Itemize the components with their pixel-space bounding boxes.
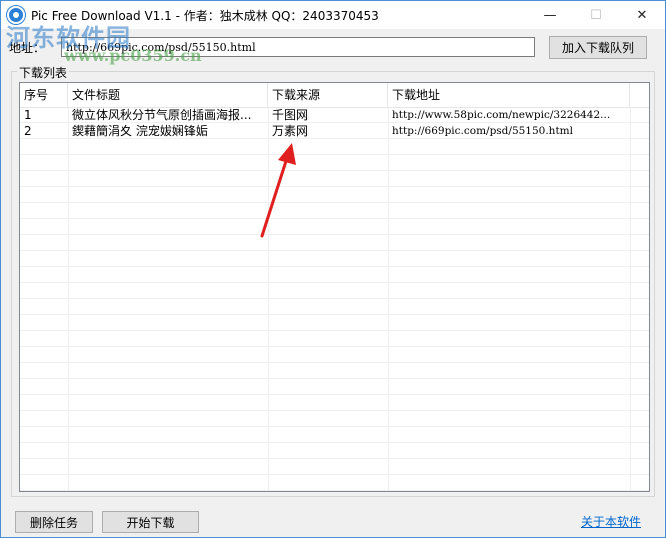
empty-row	[20, 411, 649, 427]
empty-row	[20, 331, 649, 347]
app-icon	[7, 6, 25, 24]
title-bar[interactable]: Pic Free Download V1.1 - 作者：独木成林 QQ：2403…	[1, 1, 665, 29]
empty-row	[20, 299, 649, 315]
column-header-url[interactable]: 下载地址	[388, 83, 630, 107]
minimize-button[interactable]: —	[527, 1, 573, 29]
empty-row	[20, 363, 649, 379]
address-input[interactable]	[61, 37, 535, 57]
column-header-index[interactable]: 序号	[20, 83, 68, 107]
row-source: 万素网	[272, 124, 309, 138]
empty-row	[20, 379, 649, 395]
download-list-view[interactable]: 序号 文件标题 下载来源 下载地址 1 微立体风秋分节气原创插画海报... 千图…	[19, 82, 650, 492]
empty-row	[20, 203, 649, 219]
column-header-title[interactable]: 文件标题	[68, 83, 268, 107]
empty-row	[20, 347, 649, 363]
app-window: Pic Free Download V1.1 - 作者：独木成林 QQ：2403…	[0, 0, 666, 538]
empty-row	[20, 315, 649, 331]
row-index: 2	[24, 124, 32, 138]
empty-row	[20, 491, 649, 492]
address-label: 地址：	[9, 41, 46, 55]
empty-row	[20, 395, 649, 411]
start-download-button[interactable]: 开始下载	[102, 511, 199, 533]
table-row[interactable]: 1 微立体风秋分节气原创插画海报... 千图网 http://www.58pic…	[20, 107, 649, 123]
maximize-button[interactable]: ☐	[573, 1, 619, 29]
close-button[interactable]: ✕	[619, 1, 665, 29]
empty-row	[20, 155, 649, 171]
empty-row	[20, 171, 649, 187]
row-source: 千图网	[272, 108, 309, 122]
row-title: 微立体风秋分节气原创插画海报...	[72, 108, 252, 122]
row-url: http://669pic.com/psd/55150.html	[392, 125, 573, 137]
empty-row	[20, 139, 649, 155]
delete-task-button[interactable]: 删除任务	[15, 511, 93, 533]
about-link[interactable]: 关于本软件	[581, 513, 641, 530]
empty-row	[20, 235, 649, 251]
add-to-queue-button[interactable]: 加入下载队列	[549, 36, 647, 59]
empty-row	[20, 443, 649, 459]
empty-row	[20, 187, 649, 203]
download-list-label: 下载列表	[17, 64, 70, 81]
empty-row	[20, 251, 649, 267]
column-header-source[interactable]: 下载来源	[268, 83, 388, 107]
row-index: 1	[24, 108, 32, 122]
row-url: http://www.58pic.com/newpic/3226442...	[392, 109, 611, 121]
list-header: 序号 文件标题 下载来源 下载地址	[20, 83, 649, 108]
table-row[interactable]: 2 鍥藉簡涓夊 浣宠妭娴锋姤 万素网 http://669pic.com/psd…	[20, 123, 649, 139]
row-title: 鍥藉簡涓夊 浣宠妭娴锋姤	[72, 124, 208, 138]
empty-row	[20, 283, 649, 299]
window-title: Pic Free Download V1.1 - 作者：独木成林 QQ：2403…	[31, 9, 379, 23]
empty-row	[20, 267, 649, 283]
empty-row	[20, 459, 649, 475]
empty-row	[20, 219, 649, 235]
empty-row	[20, 427, 649, 443]
empty-row	[20, 475, 649, 491]
